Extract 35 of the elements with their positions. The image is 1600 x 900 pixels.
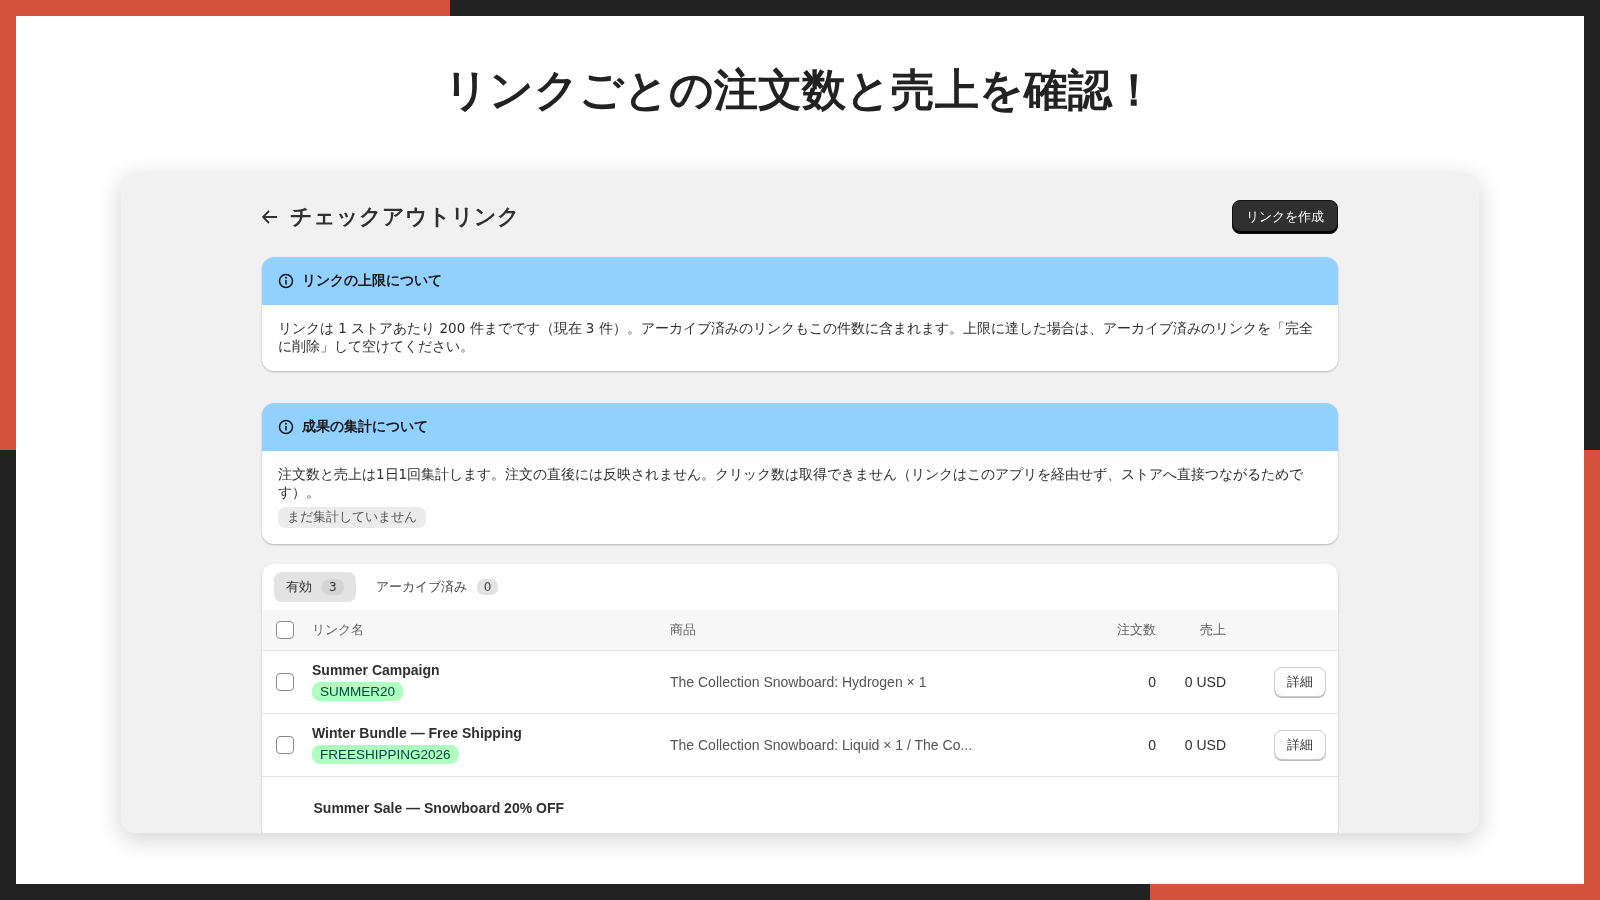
table-cell-text: The Collection Snowboard: Hydrogen × 1 [670, 673, 928, 690]
status-badge: まだ集計していません [278, 506, 426, 528]
tab[interactable]: 有効 3 [274, 571, 356, 602]
count-badge: 0 [476, 578, 499, 595]
notice-title: 成果の集計について [302, 417, 428, 436]
details-button[interactable]: 詳細 [1274, 666, 1326, 697]
discount-code-tag: SUMMER20 [312, 682, 403, 702]
checkbox[interactable] [276, 672, 294, 691]
create-link-button[interactable]: リンクを作成 [1232, 199, 1338, 234]
notice-text: リンクは 1 ストアあたり 200 件までです（現在 3 件）。アーカイブ済みのリンクもこの件数に含まれます。上限に達した場合は、アーカイブ済みのリンクを「完全に削除」して空けてください。 [278, 318, 1314, 355]
notice-title: リンクの上限について [302, 271, 442, 290]
link-name: Summer Campaign [312, 662, 441, 679]
slide-title: リンクごとの注文数と売上を確認！ [444, 64, 1156, 117]
column-header: リンク名 [312, 620, 365, 639]
info-icon [278, 418, 294, 435]
discount-code-tag: FREESHIPPING2026 [312, 745, 459, 765]
details-button[interactable]: 詳細 [1274, 729, 1326, 760]
table-cell-text: 0 USD [1183, 673, 1226, 690]
link-name: Winter Bundle — Free Shipping [312, 725, 523, 742]
table-cell-text: 0 USD [1183, 736, 1226, 753]
notice-text: 注文数と売上は1日1回集計します。注文の直後には反映されません。クリック数は取得できません（リンクはこのアプリを経由せず、ストアへ直接つながるためです）。 [278, 464, 1305, 501]
checkbox[interactable] [276, 620, 294, 639]
count-badge: 3 [322, 578, 344, 595]
column-header: 売上 [1199, 620, 1226, 639]
column-header: 商品 [670, 620, 697, 639]
back-arrow-icon[interactable] [262, 209, 278, 224]
link-name: Summer Sale — Snowboard 20% OFF [313, 799, 565, 816]
checkbox[interactable] [276, 735, 294, 754]
page-title: チェックアウトリンク [290, 202, 520, 231]
table-cell-text: 0 [1147, 736, 1156, 753]
column-header: 注文数 [1116, 620, 1156, 639]
table-cell-text: 0 [1147, 673, 1156, 690]
info-icon [278, 272, 294, 289]
table-cell-text: The Collection Snowboard: Liquid × 1 / The Co... [670, 736, 974, 753]
tab[interactable]: アーカイブ済み 0 [363, 571, 511, 602]
